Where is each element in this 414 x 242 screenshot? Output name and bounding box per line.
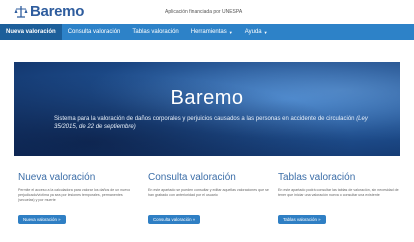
main-navbar: Nueva valoración Consulta valoración Tab… <box>0 24 414 40</box>
nueva-valoracion-button[interactable]: Nueva valoración » <box>18 215 66 224</box>
chevron-down-icon: ▼ <box>263 29 268 35</box>
top-header: Baremo Aplicación financiada por UNESPA <box>0 0 414 24</box>
hero-subtitle-text: Sistema para la valoración de daños corp… <box>54 116 355 122</box>
nav-ayuda-dropdown[interactable]: Ayuda ▼ <box>239 24 274 40</box>
nav-tablas-valoracion[interactable]: Tablas valoración <box>126 24 184 40</box>
nav-label: Nueva valoración <box>6 29 56 35</box>
hero-title: Baremo <box>170 87 244 109</box>
tablas-valoracion-button[interactable]: Tablas valoración » <box>278 215 326 224</box>
hero-banner: Baremo Sistema para la valoración de dañ… <box>14 62 400 156</box>
funded-notice: Aplicación financiada por UNESPA <box>165 9 243 15</box>
section-title: Tablas valoración <box>278 172 356 183</box>
consulta-valoracion-button[interactable]: Consulta valoración » <box>148 215 201 224</box>
nav-nueva-valoracion[interactable]: Nueva valoración <box>0 24 62 40</box>
chevron-down-icon: ▼ <box>228 29 233 35</box>
nav-label: Herramientas <box>190 29 227 35</box>
section-tablas-valoracion: Tablas valoración En este apartado podrá… <box>278 172 400 226</box>
nav-herramientas-dropdown[interactable]: Herramientas ▼ <box>185 24 239 40</box>
nav-label: Consulta valoración <box>67 29 121 35</box>
logo-text: Baremo <box>30 3 85 20</box>
nav-label: Tablas valoración <box>132 29 179 35</box>
section-title: Nueva valoración <box>18 172 96 183</box>
section-nueva-valoracion: Nueva valoración Permite el acceso a la … <box>18 172 140 226</box>
section-description: En este apartado podrá consultar las tab… <box>278 188 399 197</box>
section-title: Consulta valoración <box>148 172 236 183</box>
nav-label: Ayuda <box>244 29 262 35</box>
section-consulta-valoracion: Consulta valoración En este apartado se … <box>148 172 270 226</box>
section-description: En este apartado se pueden consultar y e… <box>148 188 269 197</box>
app-logo[interactable]: Baremo <box>14 4 84 20</box>
hero-subtitle: Sistema para la valoración de daños corp… <box>54 115 374 131</box>
nav-consulta-valoracion[interactable]: Consulta valoración <box>62 24 127 40</box>
scales-logo-icon <box>14 6 28 18</box>
section-description: Permite el acceso a la calculadora para … <box>18 188 131 202</box>
